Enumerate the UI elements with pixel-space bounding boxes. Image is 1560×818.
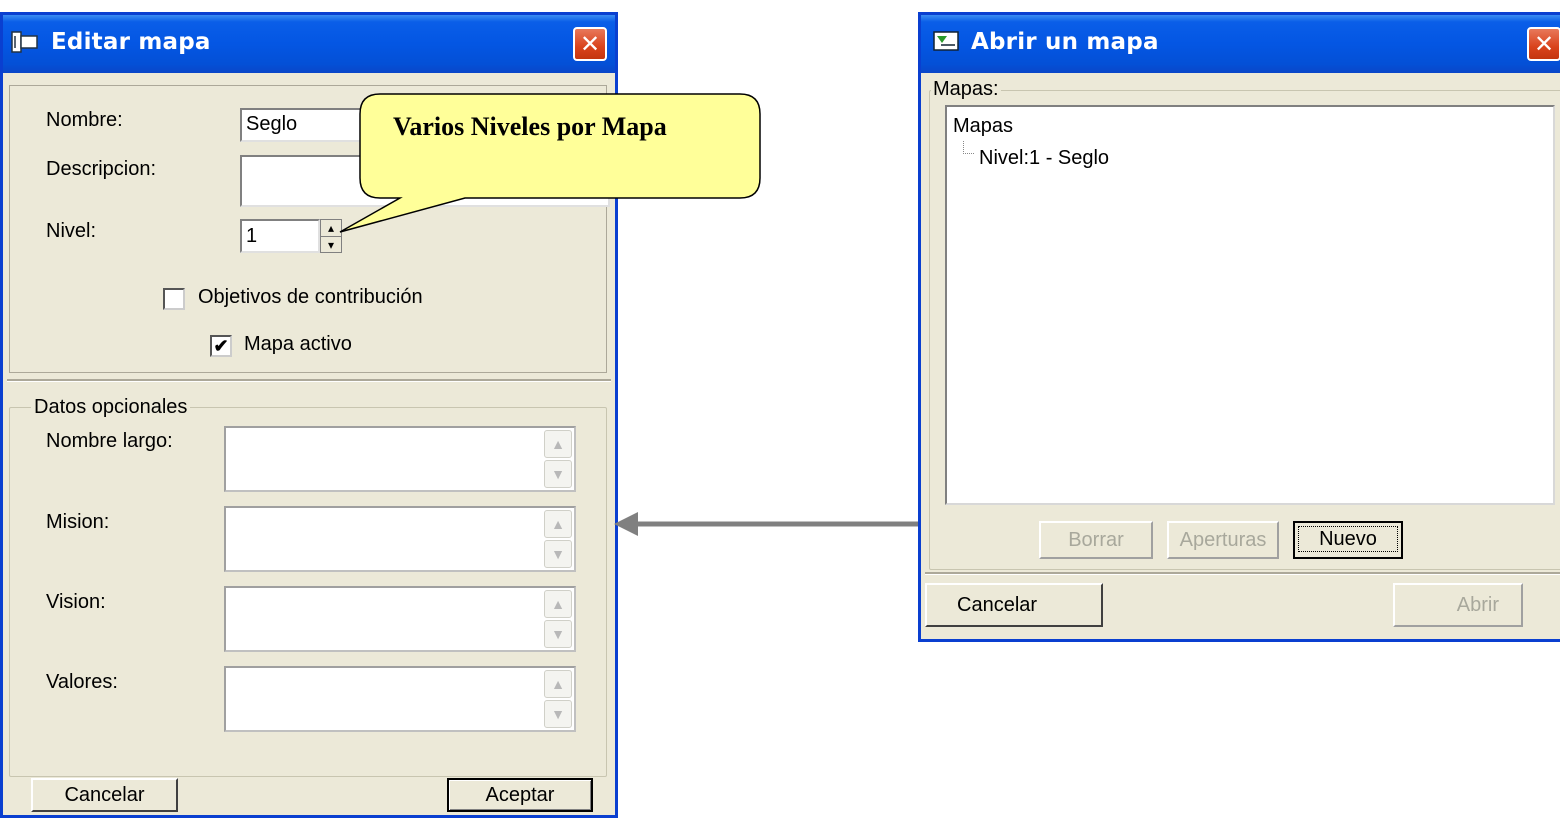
tree-connector [963, 141, 974, 154]
close-icon[interactable]: ✕ [1527, 27, 1560, 61]
mapa-activo-checkbox[interactable]: ✔ [210, 335, 232, 357]
scroll-up-icon[interactable]: ▲ [544, 590, 572, 618]
nuevo-label: Nuevo [1298, 526, 1398, 552]
maps-tree[interactable]: Mapas Nivel:1 - Seglo [945, 105, 1555, 505]
tree-root-item[interactable]: Mapas [953, 115, 1013, 138]
scroll-down-icon[interactable]: ▼ [544, 700, 572, 728]
open-map-window: Abrir un mapa ✕ Mapas: Mapas Nivel:1 - S… [918, 12, 1560, 642]
descripcion-label: Descripcion: [46, 158, 157, 180]
abrir-button[interactable]: Abrir [1393, 583, 1523, 627]
separator [925, 572, 1560, 575]
accept-button[interactable]: Aceptar [447, 778, 593, 812]
scroll-up-icon[interactable]: ▲ [544, 510, 572, 538]
callout-bubble [339, 93, 761, 233]
arrow-left-icon [614, 512, 920, 536]
nombre-largo-textarea[interactable]: ▲ ▼ [224, 426, 576, 492]
aperturas-button[interactable]: Aperturas [1167, 521, 1279, 559]
separator [7, 379, 611, 382]
nombre-largo-label: Nombre largo: [46, 430, 173, 452]
optional-data-legend: Datos opcionales [31, 396, 191, 419]
scroll-down-icon[interactable]: ▼ [544, 460, 572, 488]
scroll-down-icon[interactable]: ▼ [544, 620, 572, 648]
maps-group-legend: Mapas: [931, 78, 1001, 101]
edit-map-titlebar[interactable]: Editar mapa ✕ [3, 15, 615, 73]
mapa-activo-label[interactable]: Mapa activo [244, 333, 352, 356]
contribucion-label[interactable]: Objetivos de contribución [198, 286, 423, 309]
tree-child-item[interactable]: Nivel:1 - Seglo [979, 147, 1109, 170]
close-icon[interactable]: ✕ [573, 27, 607, 61]
mision-label: Mision: [46, 511, 110, 533]
open-map-title: Abrir un mapa [971, 29, 1159, 55]
mision-textarea[interactable]: ▲ ▼ [224, 506, 576, 572]
scroll-up-icon[interactable]: ▲ [544, 430, 572, 458]
nivel-label: Nivel: [46, 220, 97, 242]
scroll-up-icon[interactable]: ▲ [544, 670, 572, 698]
map-app-icon [933, 31, 959, 51]
edit-map-title: Editar mapa [51, 29, 211, 55]
vision-label: Vision: [46, 591, 106, 613]
contribucion-checkbox[interactable] [163, 288, 185, 310]
cancel-button[interactable]: Cancelar [31, 778, 178, 812]
cancel-button[interactable]: Cancelar [925, 583, 1103, 627]
valores-textarea[interactable]: ▲ ▼ [224, 666, 576, 732]
vision-textarea[interactable]: ▲ ▼ [224, 586, 576, 652]
scroll-down-icon[interactable]: ▼ [544, 540, 572, 568]
valores-label: Valores: [46, 671, 118, 693]
nivel-input[interactable]: 1 [240, 219, 320, 253]
borrar-button[interactable]: Borrar [1039, 521, 1153, 559]
callout-text: Varios Niveles por Mapa [393, 112, 667, 141]
open-map-titlebar[interactable]: Abrir un mapa ✕ [921, 15, 1560, 73]
nuevo-button[interactable]: Nuevo [1293, 521, 1403, 559]
map-app-icon [11, 31, 38, 53]
nombre-label: Nombre: [46, 109, 123, 131]
